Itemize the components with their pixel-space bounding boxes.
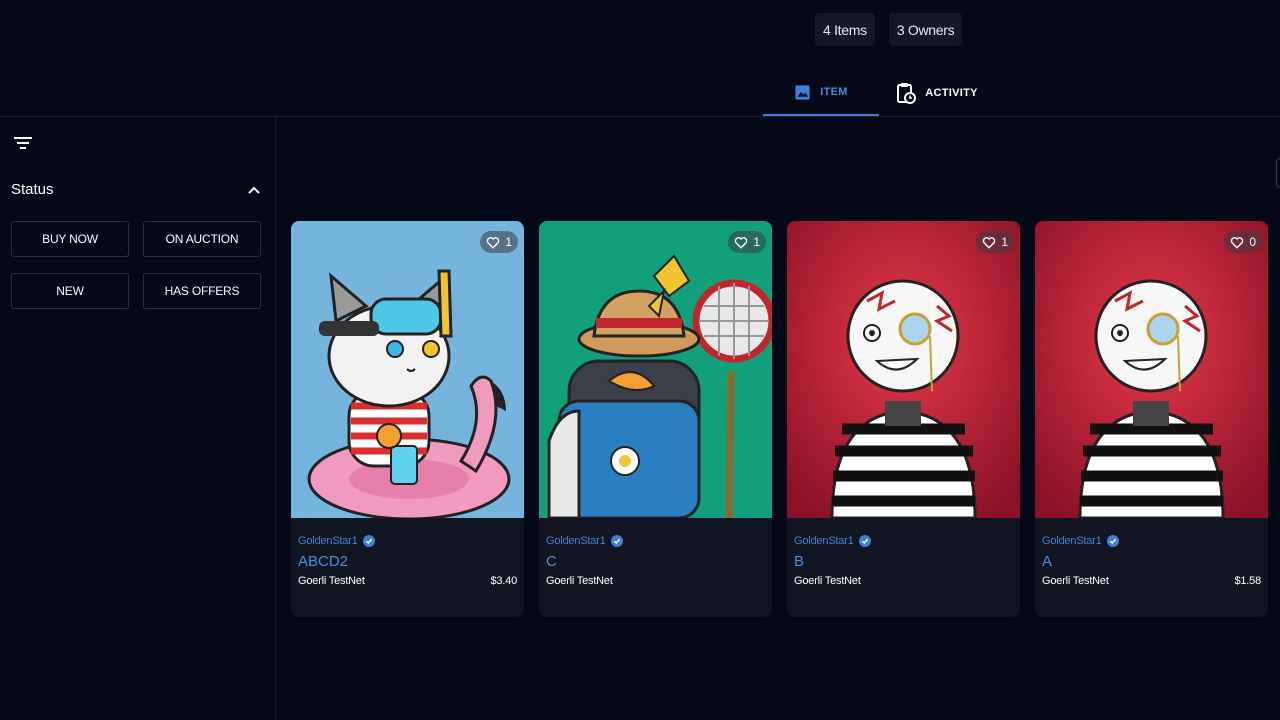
creator-link[interactable]: GoldenStar1 (794, 535, 1013, 547)
owners-count-badge: 3 Owners (888, 13, 963, 46)
like-count: 1 (1001, 235, 1008, 249)
nft-card-grid: 1 GoldenStar1 ABCD2 Goerli TestNet $3.40 (291, 221, 1268, 617)
nft-title[interactable]: B (794, 553, 1013, 570)
like-counter[interactable]: 0 (1224, 231, 1262, 253)
nft-title[interactable]: C (546, 553, 765, 570)
heart-icon (983, 236, 996, 249)
verified-badge-icon (362, 535, 375, 547)
tab-item[interactable]: ITEM (763, 70, 879, 116)
heart-icon (735, 236, 748, 249)
creator-name: GoldenStar1 (546, 535, 606, 547)
status-filter-grid: BUY NOW ON AUCTION NEW HAS OFFERS (11, 221, 261, 309)
sidebar-divider (275, 117, 276, 720)
tab-item-label: ITEM (820, 86, 848, 98)
heart-icon (1231, 236, 1244, 249)
nft-image: 1 (539, 221, 772, 518)
status-title: Status (11, 181, 54, 198)
creator-name: GoldenStar1 (794, 535, 854, 547)
price-label: $1.58 (1234, 575, 1261, 587)
nft-image: 1 (787, 221, 1020, 518)
status-filter-header[interactable]: Status (11, 181, 261, 198)
nft-card[interactable]: 0 GoldenStar1 A Goerli TestNet $1.58 (1035, 221, 1268, 617)
nft-title[interactable]: A (1042, 553, 1261, 570)
nft-card[interactable]: 1 GoldenStar1 ABCD2 Goerli TestNet $3.40 (291, 221, 524, 617)
like-count: 1 (753, 235, 760, 249)
header-divider (0, 116, 1280, 117)
on-auction-filter-button[interactable]: ON AUCTION (143, 221, 261, 257)
chevron-up-icon (248, 186, 260, 194)
network-label: Goerli TestNet (546, 575, 613, 587)
tab-bar: ITEM ACTIVITY (763, 70, 995, 116)
heart-icon (487, 236, 500, 249)
collection-stats: 4 Items 3 Owners (815, 13, 963, 46)
creator-link[interactable]: GoldenStar1 (1042, 535, 1261, 547)
has-offers-filter-button[interactable]: HAS OFFERS (143, 273, 261, 309)
nft-title[interactable]: ABCD2 (298, 553, 517, 570)
creator-name: GoldenStar1 (298, 535, 358, 547)
tab-activity-label: ACTIVITY (925, 87, 978, 99)
network-label: Goerli TestNet (1042, 575, 1109, 587)
tab-activity[interactable]: ACTIVITY (879, 70, 995, 116)
verified-badge-icon (1106, 535, 1119, 547)
nft-card[interactable]: 1 GoldenStar1 C Goerli TestNet (539, 221, 772, 617)
filter-icon[interactable] (13, 135, 33, 156)
like-counter[interactable]: 1 (480, 231, 518, 253)
creator-link[interactable]: GoldenStar1 (298, 535, 517, 547)
like-count: 0 (1249, 235, 1256, 249)
image-icon (795, 84, 810, 100)
items-count-badge: 4 Items (815, 13, 875, 46)
clipboard-clock-icon (897, 83, 917, 104)
price-label: $3.40 (490, 575, 517, 587)
creator-name: GoldenStar1 (1042, 535, 1102, 547)
nft-image: 1 (291, 221, 524, 518)
verified-badge-icon (858, 535, 871, 547)
panel-edge-handle[interactable] (1276, 158, 1280, 188)
like-counter[interactable]: 1 (728, 231, 766, 253)
creator-link[interactable]: GoldenStar1 (546, 535, 765, 547)
new-filter-button[interactable]: NEW (11, 273, 129, 309)
verified-badge-icon (610, 535, 623, 547)
like-count: 1 (505, 235, 512, 249)
network-label: Goerli TestNet (794, 575, 861, 587)
network-label: Goerli TestNet (298, 575, 365, 587)
nft-card[interactable]: 1 GoldenStar1 B Goerli TestNet (787, 221, 1020, 617)
nft-image: 0 (1035, 221, 1268, 518)
like-counter[interactable]: 1 (976, 231, 1014, 253)
buy-now-filter-button[interactable]: BUY NOW (11, 221, 129, 257)
